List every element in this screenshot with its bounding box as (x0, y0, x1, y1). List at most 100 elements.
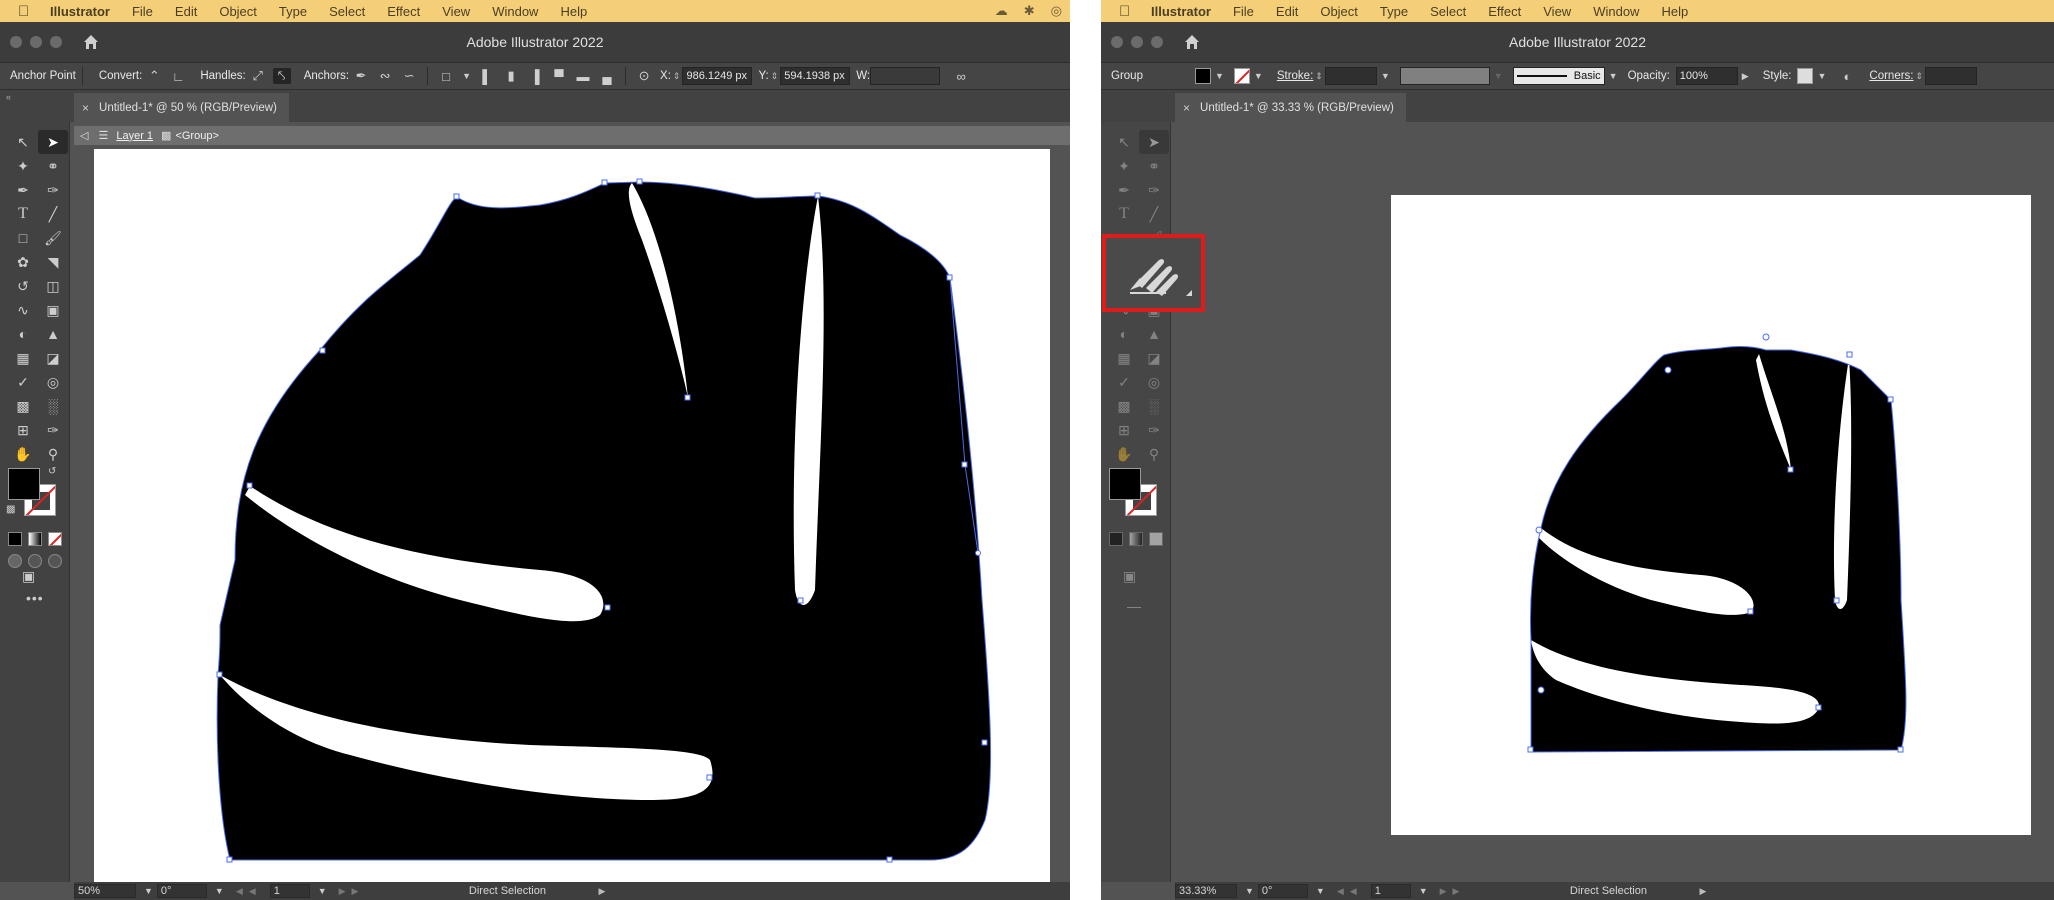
layer-breadcrumb[interactable]: Layer 1 (116, 130, 153, 142)
menu-edit[interactable]: Edit (1276, 4, 1298, 19)
artboard-nav-next-icon[interactable]: ▶▶ (339, 886, 365, 897)
menu-view[interactable]: View (1543, 4, 1571, 19)
style-dropdown-icon[interactable]: ▼ (1817, 71, 1826, 81)
apple-icon[interactable]:  (18, 3, 34, 20)
zoom-dropdown-icon[interactable]: ▼ (1245, 886, 1254, 896)
rotation-field[interactable]: 0° (1257, 884, 1308, 898)
brush-dropdown-icon[interactable]: ▼ (1609, 71, 1618, 81)
shaper-tool-icon[interactable]: ✿ (8, 250, 38, 274)
rotate-tool-icon[interactable]: ↺ (8, 274, 38, 298)
rotation-field[interactable]: 0° (156, 884, 207, 898)
menu-edit[interactable]: Edit (175, 4, 197, 19)
zoom-field[interactable]: 50% (74, 884, 136, 898)
close-tab-icon[interactable]: × (1183, 101, 1190, 115)
menu-app-name[interactable]: Illustrator (50, 4, 110, 19)
lasso-icon[interactable]: ⚭ (1139, 154, 1169, 178)
artboard-tool-icon[interactable]: ⊞ (1109, 418, 1139, 442)
show-handles-icon[interactable]: ⤢ (249, 68, 267, 84)
symbol-sprayer-icon[interactable]: ▩ (8, 394, 38, 418)
mesh-tool-icon[interactable]: ▦ (1109, 346, 1139, 370)
artboard-dropdown-icon[interactable]: ▼ (1419, 886, 1428, 896)
stroke-stepper-icon[interactable]: ⇕ (1315, 71, 1323, 82)
corners-field[interactable] (1925, 67, 1978, 85)
slice-tool-icon[interactable]: ✑ (1139, 418, 1169, 442)
cut-path-icon[interactable]: ∽ (400, 68, 418, 84)
opacity-arrow-icon[interactable]: ▶ (1742, 71, 1749, 82)
eyedropper-icon[interactable]: ✓ (1109, 370, 1139, 394)
menu-file[interactable]: File (132, 4, 153, 19)
menu-help[interactable]: Help (1661, 4, 1688, 19)
none-mode-icon[interactable] (1149, 532, 1163, 546)
y-field[interactable]: 594.1938 px (780, 67, 851, 85)
align-center-icon[interactable]: ▮ (502, 68, 520, 84)
menu-effect[interactable]: Effect (387, 4, 420, 19)
menu-type[interactable]: Type (1380, 4, 1408, 19)
artwork-left[interactable] (94, 149, 1050, 882)
menu-object[interactable]: Object (1320, 4, 1358, 19)
stroke-color-swatch[interactable] (1233, 68, 1250, 84)
w-field[interactable] (870, 67, 941, 85)
scale-tool-icon[interactable]: ◫ (38, 274, 68, 298)
menu-app-name[interactable]: Illustrator (1151, 4, 1211, 19)
type-tool-icon[interactable]: T (1109, 202, 1139, 226)
transform-icon[interactable]: □ (437, 68, 455, 84)
home-icon[interactable] (82, 33, 100, 51)
minimize-window-button[interactable] (30, 36, 42, 48)
line-tool-icon[interactable]: ╱ (1139, 202, 1169, 226)
align-top-icon[interactable]: ▀ (550, 68, 568, 84)
highlighted-shaper-tool[interactable] (1102, 234, 1205, 312)
artboard-dropdown-icon[interactable]: ▼ (318, 886, 327, 896)
gradient-tool-icon[interactable]: ◪ (1139, 346, 1169, 370)
menu-object[interactable]: Object (219, 4, 257, 19)
blend-tool-icon[interactable]: ◎ (1139, 370, 1169, 394)
align-left-icon[interactable]: ▌ (478, 68, 496, 84)
artboard-number-field[interactable]: 1 (1370, 884, 1411, 898)
menu-effect[interactable]: Effect (1488, 4, 1521, 19)
constrain-link-icon[interactable]: ∞ (952, 68, 970, 84)
free-transform-icon[interactable]: ▣ (38, 298, 68, 322)
align-middle-icon[interactable]: ▬ (574, 68, 592, 84)
zoom-window-button[interactable] (50, 36, 62, 48)
none-mode-icon[interactable] (48, 532, 62, 546)
hand-tool-icon[interactable]: ✋ (1109, 442, 1139, 466)
close-tab-icon[interactable]: × (82, 101, 89, 115)
menu-view[interactable]: View (442, 4, 470, 19)
align-right-icon[interactable]: ▐ (526, 68, 544, 84)
edit-toolbar-icon[interactable]: — (1127, 598, 1142, 614)
eraser-icon[interactable]: ◥ (38, 250, 68, 274)
status-menu-icon[interactable]: ▶ (1699, 886, 1706, 897)
stroke-weight-field[interactable] (1324, 67, 1377, 85)
gradient-tool-icon[interactable]: ◪ (38, 346, 68, 370)
bluetooth-icon[interactable]: ✱ (1024, 3, 1035, 19)
home-icon[interactable] (1183, 33, 1201, 51)
graph-tool-icon[interactable]: ░ (38, 394, 68, 418)
slice-tool-icon[interactable]: ✑ (38, 418, 68, 442)
symbol-sprayer-icon[interactable]: ▩ (1109, 394, 1139, 418)
artboard-nav-prev-icon[interactable]: ◀◀ (1337, 886, 1363, 897)
convert-corner-icon[interactable]: ⌃ (145, 68, 163, 84)
rectangle-tool-icon[interactable]: □ (8, 226, 38, 250)
blend-tool-icon[interactable]: ◎ (38, 370, 68, 394)
hand-tool-icon[interactable]: ✋ (8, 442, 38, 466)
remove-anchor-icon[interactable]: ✒ (352, 68, 370, 84)
gradient-mode-icon[interactable] (28, 532, 42, 546)
screen-mode-icon[interactable]: ▣ (22, 568, 35, 585)
draw-normal-icon[interactable] (8, 554, 22, 568)
stroke-label[interactable]: Stroke: (1277, 70, 1313, 82)
color-mode-icon[interactable] (8, 532, 22, 546)
line-tool-icon[interactable]: ╱ (38, 202, 68, 226)
zoom-dropdown-icon[interactable]: ▼ (144, 886, 153, 896)
status-menu-icon[interactable]: ▶ (598, 886, 605, 897)
paintbrush-icon[interactable]: 🖌 (38, 226, 68, 250)
document-tab[interactable]: × Untitled-1* @ 50 % (RGB/Preview) (74, 93, 289, 122)
selection-tool-icon[interactable]: ↖ (8, 130, 38, 154)
fill-swatch[interactable] (1109, 468, 1141, 500)
graphic-style-swatch[interactable] (1797, 68, 1814, 84)
menu-type[interactable]: Type (279, 4, 307, 19)
shape-builder-icon[interactable]: ◐ (8, 322, 38, 346)
close-window-button[interactable] (10, 36, 22, 48)
artboard-right[interactable] (1391, 195, 2031, 835)
document-tab[interactable]: × Untitled-1* @ 33.33 % (RGB/Preview) (1175, 93, 1406, 122)
close-window-button[interactable] (1111, 36, 1123, 48)
corners-label[interactable]: Corners: (1869, 70, 1913, 82)
